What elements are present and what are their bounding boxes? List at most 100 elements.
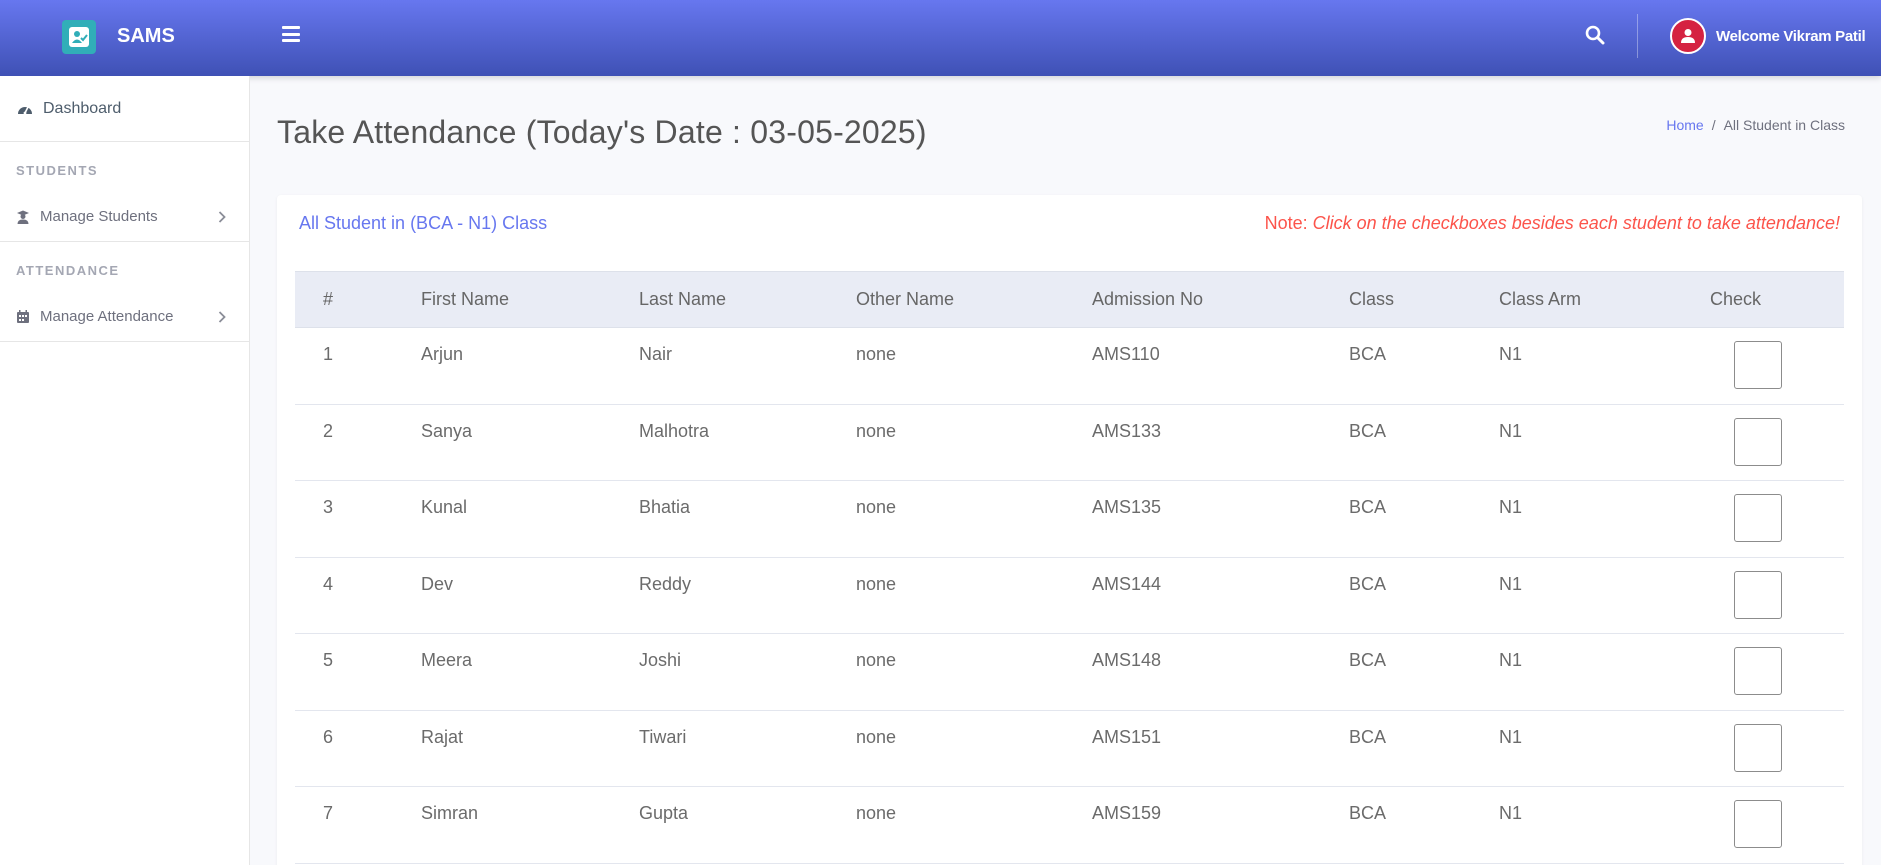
- cell-class: BCA: [1349, 650, 1387, 670]
- attendance-checkbox[interactable]: [1734, 570, 1782, 619]
- page-title: Take Attendance (Today's Date : 03-05-20…: [277, 114, 927, 150]
- cell-number: 7: [323, 803, 334, 823]
- user-menu[interactable]: Welcome Vikram Patil: [1670, 18, 1866, 54]
- attendance-checkbox[interactable]: [1734, 494, 1782, 542]
- attendance-checkbox[interactable]: [1734, 647, 1782, 695]
- cell-class: BCA: [1349, 420, 1387, 441]
- calendar-icon: [17, 309, 29, 323]
- cell-first-name: Simran: [421, 803, 479, 823]
- sidebar-heading-attendance: ATTENDANCE: [16, 263, 120, 278]
- cell-admission-no: AMS151: [1092, 726, 1162, 747]
- cell-first-name: Sanya: [421, 420, 473, 441]
- cell-class: BCA: [1349, 344, 1387, 364]
- breadcrumb: Home / All Student in Class: [1666, 117, 1845, 133]
- avatar: [1670, 18, 1706, 54]
- user-icon: [1681, 29, 1695, 43]
- cell-class: BCA: [1349, 803, 1387, 823]
- cell-class: BCA: [1349, 573, 1387, 594]
- note-label: Note:: [1264, 213, 1308, 233]
- sidebar-item-label: Manage Students: [40, 208, 158, 225]
- cell-other-name: none: [856, 344, 897, 364]
- cell-last-name: Bhatia: [639, 497, 691, 517]
- cell-check: [1695, 481, 1844, 558]
- cell-number: 4: [323, 573, 334, 594]
- sidebar-item-label: Dashboard: [43, 99, 122, 117]
- cell-class-arm: N1: [1499, 803, 1523, 823]
- cell-last-name: Joshi: [639, 650, 682, 670]
- cell-check: [1695, 557, 1844, 634]
- cell-last-name: Tiwari: [639, 726, 687, 747]
- table-row: 7 Simran Gupta none AMS159 BCA N1: [295, 787, 1844, 863]
- user-graduate-icon: [17, 210, 29, 224]
- search-button[interactable]: [1585, 25, 1607, 47]
- attendance-note: Note: Click on the checkboxes besides ea…: [1265, 213, 1840, 234]
- cell-number: 1: [323, 344, 334, 364]
- cell-other-name: none: [856, 726, 897, 747]
- breadcrumb-separator: /: [1711, 117, 1716, 133]
- cell-class-arm: N1: [1499, 726, 1523, 747]
- cell-other-name: none: [856, 497, 897, 517]
- user-greeting: Welcome Vikram Patil: [1716, 27, 1866, 45]
- attendance-checkbox[interactable]: [1734, 417, 1782, 466]
- search-icon: [1585, 25, 1605, 45]
- cell-first-name: Meera: [421, 650, 473, 670]
- cell-admission-no: AMS148: [1092, 650, 1162, 670]
- attendance-card: All Student in (BCA - N1) Class Note: Cl…: [277, 195, 1862, 865]
- column-header-class-arm: Class Arm: [1499, 271, 1695, 328]
- cell-admission-no: AMS110: [1092, 344, 1160, 364]
- column-header-other-name: Other Name: [856, 271, 1092, 328]
- cell-first-name: Kunal: [421, 497, 468, 517]
- column-header-number: #: [295, 271, 421, 328]
- column-header-check: Check: [1695, 271, 1844, 328]
- cell-class-arm: N1: [1499, 650, 1523, 670]
- cell-last-name: Malhotra: [639, 420, 710, 441]
- column-header-admission-no: Admission No: [1092, 271, 1349, 328]
- cell-number: 6: [323, 726, 334, 747]
- topbar: SAMS Welcome Vikram Patil: [0, 0, 1881, 76]
- cell-other-name: none: [856, 573, 897, 594]
- app-root: SAMS Welcome Vikram Patil Dashboard STUD…: [0, 0, 1881, 865]
- cell-other-name: none: [856, 803, 897, 823]
- attendance-checkbox[interactable]: [1734, 800, 1782, 848]
- table-row: 5 Meera Joshi none AMS148 BCA N1: [295, 634, 1844, 710]
- breadcrumb-home-link[interactable]: Home: [1666, 117, 1703, 133]
- cell-admission-no: AMS159: [1092, 803, 1162, 823]
- table-row: 4 Dev Reddy none AMS144 BCA N1: [295, 557, 1844, 634]
- sidebar-item-manage-attendance[interactable]: Manage Attendance: [0, 292, 249, 342]
- brand-name[interactable]: SAMS: [117, 25, 175, 48]
- cell-first-name: Dev: [421, 573, 454, 594]
- sidebar-item-manage-students[interactable]: Manage Students: [0, 192, 249, 242]
- table-row: 6 Rajat Tiwari none AMS151 BCA N1: [295, 710, 1844, 787]
- cell-check: [1695, 710, 1844, 787]
- cell-other-name: none: [856, 650, 897, 670]
- table-row: 3 Kunal Bhatia none AMS135 BCA N1: [295, 481, 1844, 558]
- cell-number: 5: [323, 650, 334, 670]
- note-text: Click on the checkboxes besides each stu…: [1312, 213, 1840, 233]
- cell-admission-no: AMS135: [1092, 497, 1162, 517]
- cell-other-name: none: [856, 420, 897, 441]
- column-header-first-name: First Name: [421, 271, 639, 328]
- sidebar-item-dashboard[interactable]: Dashboard: [0, 76, 249, 142]
- column-header-last-name: Last Name: [639, 271, 856, 328]
- cell-class: BCA: [1349, 726, 1387, 747]
- brand-logo-icon[interactable]: [62, 20, 96, 54]
- card-title: All Student in (BCA - N1) Class: [299, 213, 548, 233]
- cell-number: 2: [323, 420, 334, 441]
- cell-check: [1695, 328, 1844, 405]
- table-row: 1 Arjun Nair none AMS110 BCA N1: [295, 328, 1844, 405]
- attendance-checkbox[interactable]: [1734, 723, 1782, 772]
- chevron-right-icon: [218, 211, 226, 223]
- tachometer-icon: [18, 106, 32, 114]
- sidebar-toggle-button[interactable]: [282, 26, 300, 42]
- attendance-checkbox[interactable]: [1734, 341, 1782, 389]
- cell-last-name: Reddy: [639, 573, 692, 594]
- sidebar-item-label: Manage Attendance: [40, 308, 174, 325]
- cell-class-arm: N1: [1499, 344, 1523, 364]
- cell-admission-no: AMS144: [1092, 573, 1162, 594]
- breadcrumb-current: All Student in Class: [1723, 117, 1845, 133]
- cell-class-arm: N1: [1499, 497, 1523, 517]
- cell-class: BCA: [1349, 497, 1387, 517]
- chevron-right-icon: [218, 311, 226, 323]
- table-header-row: # First Name Last Name Other Name Admiss…: [295, 271, 1844, 328]
- cell-class-arm: N1: [1499, 573, 1523, 594]
